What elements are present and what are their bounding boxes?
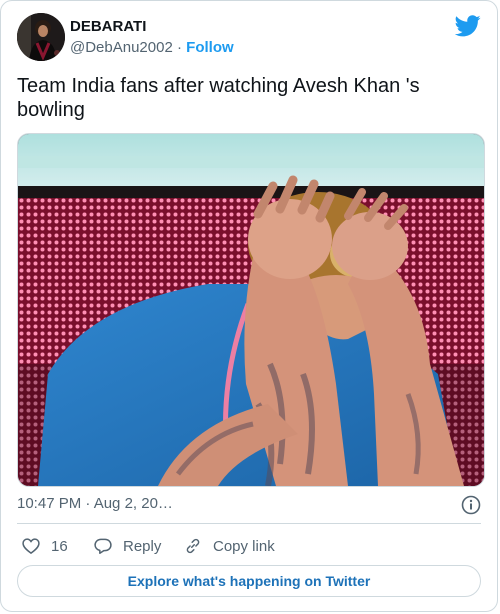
divider — [17, 523, 481, 524]
copy-link-label: Copy link — [213, 537, 275, 555]
like-button[interactable]: 16 — [21, 534, 68, 558]
reply-icon — [94, 538, 112, 554]
link-icon — [186, 538, 200, 554]
tweet-card: DEBARATI @DebAnu2002 · Follow Team India… — [0, 0, 498, 612]
twitter-bird-icon[interactable] — [455, 15, 481, 37]
tweet-image — [18, 134, 484, 486]
explore-button[interactable]: Explore what's happening on Twitter — [17, 565, 481, 597]
reply-button[interactable]: Reply — [93, 534, 161, 558]
separator: · — [176, 39, 182, 56]
handle-row: @DebAnu2002 · Follow — [70, 39, 234, 56]
info-icon[interactable] — [461, 495, 481, 515]
tweet-text: Team India fans after watching Avesh Kha… — [17, 75, 420, 121]
tweet-actions: 16 Reply Copy link — [17, 534, 481, 558]
reply-label: Reply — [123, 537, 162, 555]
tweet-header: DEBARATI @DebAnu2002 · Follow — [17, 13, 481, 63]
avatar[interactable] — [17, 13, 65, 61]
tweet-photo[interactable] — [17, 133, 485, 487]
copy-link-button[interactable]: Copy link — [183, 534, 275, 558]
heart-icon — [22, 538, 40, 555]
tweet-timestamp[interactable]: 10:47 PM · Aug 2, 20… — [17, 495, 173, 512]
like-count: 16 — [51, 537, 68, 555]
follow-link[interactable]: Follow — [186, 39, 234, 56]
tweet-meta: 10:47 PM · Aug 2, 20… — [17, 495, 481, 517]
display-name[interactable]: DEBARATI — [70, 18, 146, 35]
user-handle[interactable]: @DebAnu2002 — [70, 39, 173, 56]
